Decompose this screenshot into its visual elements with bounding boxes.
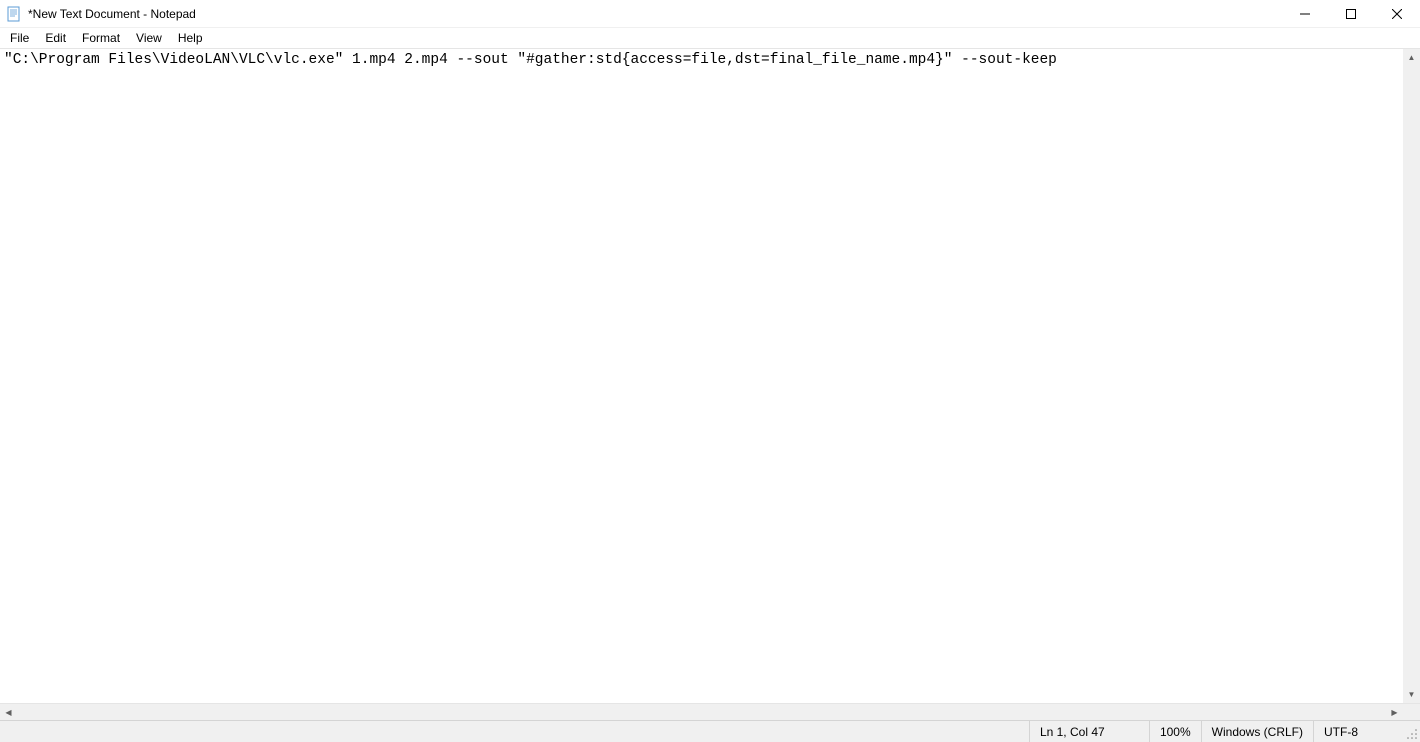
scroll-down-arrow-icon[interactable]: ▼ — [1403, 686, 1420, 703]
scroll-up-arrow-icon[interactable]: ▲ — [1403, 49, 1420, 66]
menubar: File Edit Format View Help — [0, 28, 1420, 48]
editor-container: ▲ ▼ — [0, 48, 1420, 703]
maximize-button[interactable] — [1328, 0, 1374, 28]
statusbar: Ln 1, Col 47 100% Windows (CRLF) UTF-8 — [0, 720, 1420, 742]
menu-view[interactable]: View — [128, 29, 170, 47]
menu-edit[interactable]: Edit — [37, 29, 74, 47]
close-button[interactable] — [1374, 0, 1420, 28]
close-icon — [1392, 9, 1402, 19]
minimize-button[interactable] — [1282, 0, 1328, 28]
window-controls — [1282, 0, 1420, 27]
menu-file[interactable]: File — [2, 29, 37, 47]
scroll-track-horizontal[interactable] — [17, 704, 1386, 720]
vertical-scrollbar[interactable]: ▲ ▼ — [1403, 49, 1420, 703]
scroll-track-vertical[interactable] — [1403, 66, 1420, 686]
scroll-corner — [1403, 704, 1420, 720]
status-line-ending: Windows (CRLF) — [1201, 721, 1313, 742]
status-encoding: UTF-8 — [1313, 721, 1403, 742]
status-zoom: 100% — [1149, 721, 1201, 742]
window-title: *New Text Document - Notepad — [28, 7, 1282, 21]
scroll-right-arrow-icon[interactable]: ▶ — [1386, 704, 1403, 721]
status-cursor-position: Ln 1, Col 47 — [1029, 721, 1149, 742]
text-editor[interactable] — [0, 49, 1420, 703]
resize-grip-icon[interactable] — [1403, 721, 1420, 742]
titlebar: *New Text Document - Notepad — [0, 0, 1420, 28]
horizontal-scrollbar[interactable]: ◀ ▶ — [0, 703, 1420, 720]
notepad-icon — [6, 6, 22, 22]
maximize-icon — [1346, 9, 1356, 19]
menu-help[interactable]: Help — [170, 29, 211, 47]
scroll-left-arrow-icon[interactable]: ◀ — [0, 704, 17, 721]
minimize-icon — [1300, 9, 1310, 19]
menu-format[interactable]: Format — [74, 29, 128, 47]
